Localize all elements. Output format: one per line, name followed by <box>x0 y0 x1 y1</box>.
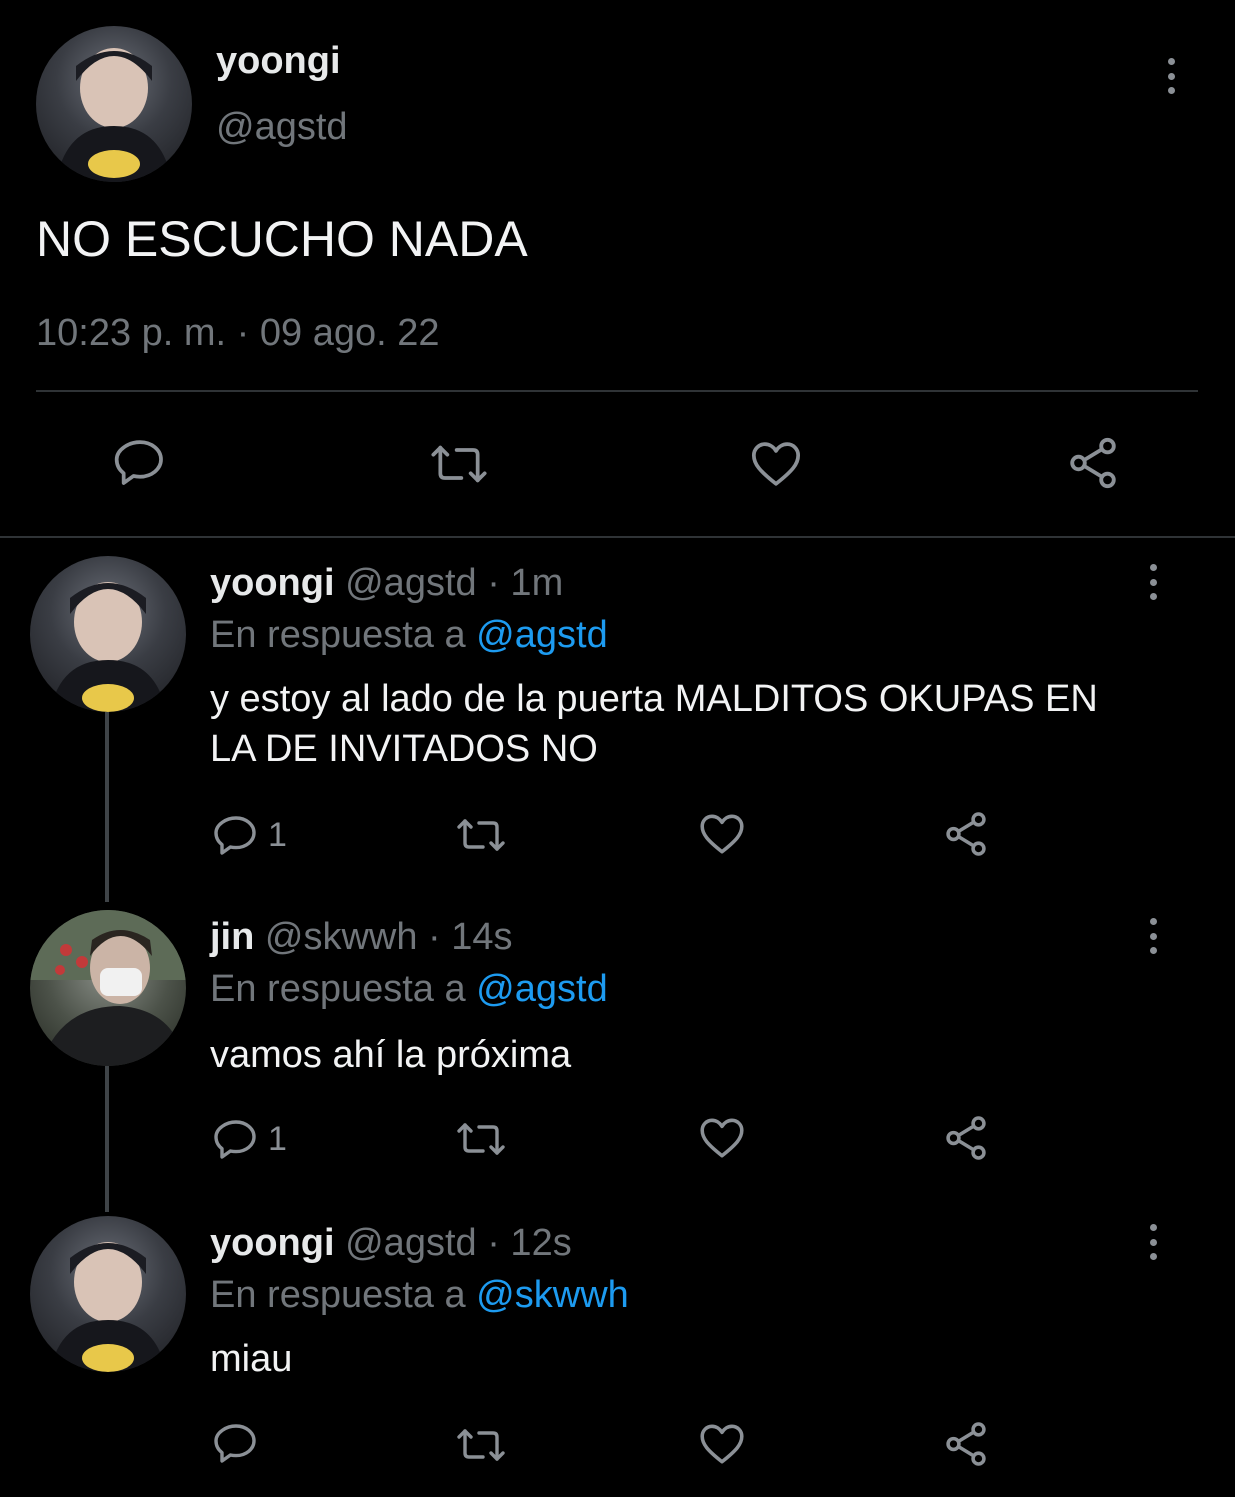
reply-button[interactable] <box>110 432 170 492</box>
retweet-button[interactable] <box>452 1114 510 1164</box>
retweet-button[interactable] <box>452 1420 510 1470</box>
like-icon <box>751 442 801 486</box>
reply-prefix: En respuesta a <box>210 1274 466 1316</box>
retweet-button[interactable] <box>452 810 510 860</box>
reply-button[interactable] <box>212 1418 268 1468</box>
share-button[interactable] <box>940 1418 992 1470</box>
retweet-icon <box>457 1429 505 1461</box>
like-icon <box>700 1118 744 1158</box>
reply-context: En respuesta a @agstd <box>210 968 608 1011</box>
tweet-text: LA DE INVITADOS NO <box>210 728 598 770</box>
reply-icon <box>214 1424 256 1463</box>
user-handle[interactable]: @agstd <box>216 106 348 149</box>
reply-icon <box>214 816 256 855</box>
display-name[interactable]: yoongi <box>210 562 335 604</box>
user-handle[interactable]: @skwwh <box>265 916 418 958</box>
reply-count: 1 <box>268 815 287 854</box>
tweet-time[interactable]: · 1m <box>487 562 563 604</box>
divider <box>36 390 1198 392</box>
like-button[interactable] <box>696 808 748 860</box>
reply-context: En respuesta a @skwwh <box>210 1274 629 1317</box>
mention-link[interactable]: @skwwh <box>476 1274 629 1316</box>
tweet-text: y estoy al lado de la puerta MALDITOS OK… <box>210 678 1098 720</box>
user-handle[interactable]: @agstd <box>345 562 477 604</box>
more-options-icon[interactable] <box>1147 918 1159 954</box>
reply-prefix: En respuesta a <box>210 614 466 656</box>
reply-button[interactable]: 1 <box>212 1114 287 1164</box>
mention-link[interactable]: @agstd <box>476 968 608 1010</box>
section-divider <box>0 536 1235 538</box>
reply-count: 1 <box>268 1119 287 1158</box>
retweet-button[interactable] <box>424 434 494 494</box>
more-options-icon[interactable] <box>1165 58 1177 94</box>
reply-header: yoongi @agstd · 12s <box>210 1222 572 1265</box>
reply-icon <box>214 1120 256 1159</box>
retweet-icon <box>457 819 505 851</box>
tweet-text: vamos ahí la próxima <box>210 1034 572 1076</box>
reply-header: jin @skwwh · 14s <box>210 916 513 959</box>
like-button[interactable] <box>696 1112 748 1164</box>
share-button[interactable] <box>940 808 992 860</box>
tweet-timestamp[interactable]: 10:23 p. m. · 09 ago. 22 <box>36 312 440 355</box>
avatar[interactable] <box>36 26 192 182</box>
tweet-time[interactable]: · 12s <box>487 1222 571 1264</box>
reply-icon <box>114 440 163 485</box>
reply-context: En respuesta a @agstd <box>210 614 608 657</box>
retweet-icon <box>431 445 487 483</box>
display-name[interactable]: yoongi <box>210 1222 335 1264</box>
like-button[interactable] <box>696 1418 748 1470</box>
display-name[interactable]: jin <box>210 916 254 958</box>
mention-link[interactable]: @agstd <box>476 614 608 656</box>
share-button[interactable] <box>940 1112 992 1164</box>
avatar[interactable] <box>30 556 186 712</box>
share-button[interactable] <box>1062 432 1124 494</box>
tweet-text: miau <box>210 1338 293 1380</box>
avatar[interactable] <box>30 1216 186 1372</box>
display-name[interactable]: yoongi <box>216 40 341 83</box>
avatar[interactable] <box>30 910 186 1066</box>
share-icon <box>946 1422 986 1466</box>
more-options-icon[interactable] <box>1147 1224 1159 1260</box>
like-icon <box>700 1424 744 1464</box>
retweet-icon <box>457 1123 505 1155</box>
reply-header: yoongi @agstd · 1m <box>210 562 563 605</box>
like-button[interactable] <box>745 434 807 494</box>
like-icon <box>700 814 744 854</box>
reply-button[interactable]: 1 <box>212 810 287 860</box>
share-icon <box>946 812 986 856</box>
thread-line <box>105 712 109 902</box>
share-icon <box>1070 437 1116 489</box>
reply-prefix: En respuesta a <box>210 968 466 1010</box>
thread-line <box>105 1066 109 1212</box>
tweet-text: NO ESCUCHO NADA <box>36 211 528 267</box>
more-options-icon[interactable] <box>1147 564 1159 600</box>
user-handle[interactable]: @agstd <box>345 1222 477 1264</box>
share-icon <box>946 1116 986 1160</box>
tweet-time[interactable]: · 14s <box>428 916 512 958</box>
